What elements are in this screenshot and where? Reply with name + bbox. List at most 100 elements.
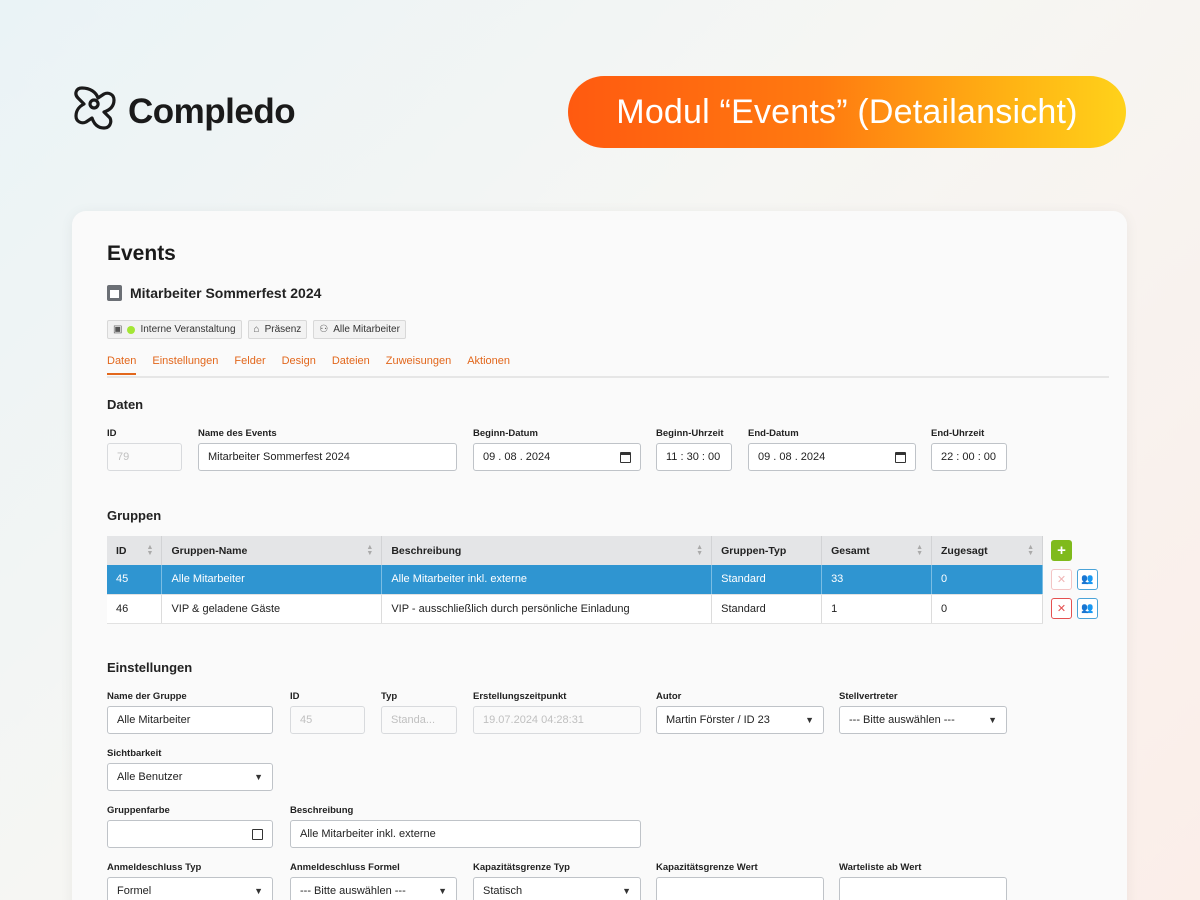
section-heading-einstellungen: Einstellungen [107,660,193,675]
tab-dateien[interactable]: Dateien [332,355,370,375]
label-visibility: Sichtbarkeit [107,748,162,759]
cap-type-select[interactable]: Statisch ▼ [473,877,641,900]
label-description: Beschreibung [290,805,354,816]
end-date-value: 09 . 08 . 2024 [758,451,826,463]
assign-users-button[interactable]: 👥 [1077,598,1098,619]
tab-daten[interactable]: Daten [107,355,137,375]
sort-icon[interactable]: ▲ ▼ [1027,544,1034,557]
calendar-icon [107,285,122,301]
author-select[interactable]: Martin Förster / ID 23 ▼ [656,706,824,734]
begin-time-input[interactable]: 11 : 30 : 00 [656,443,732,471]
label-group-id: ID [290,691,300,702]
tab-einstellungen[interactable]: Einstellungen [152,355,218,375]
groups-table: ID ▲ ▼ Gruppen-Name ▲ ▼ Beschreibung ▲ ▼ Grupp… [107,536,1043,624]
deputy-select[interactable]: --- Bitte auswählen --- ▼ [839,706,1007,734]
module-banner-text: Modul “Events” (Detailansicht) [616,92,1078,131]
tag-audience: ⚇ Alle Mitarbeiter [313,320,406,339]
end-time-input[interactable]: 22 : 00 : 00 [931,443,1007,471]
group-name-input[interactable]: Alle Mitarbeiter [107,706,273,734]
calendar-icon[interactable] [895,451,906,463]
color-swatch-icon[interactable] [252,828,263,840]
cell-accepted: 0 [931,565,1043,595]
label-cap-value: Kapazitätsgrenze Wert [656,862,758,873]
reg-formula-select[interactable]: --- Bitte auswählen --- ▼ [290,877,457,900]
label-cap-type: Kapazitätsgrenze Typ [473,862,570,873]
end-date-input[interactable]: 09 . 08 . 2024 [748,443,916,471]
column-header-description[interactable]: Beschreibung ▲ ▼ [381,536,713,565]
sort-icon[interactable]: ▲ ▼ [366,544,373,557]
tab-aktionen[interactable]: Aktionen [467,355,510,375]
event-name-input[interactable]: Mitarbeiter Sommerfest 2024 [198,443,457,471]
delete-group-button[interactable]: ✕ [1051,569,1072,590]
people-icon: ⚇ [319,324,329,335]
cell-total: 1 [821,594,932,624]
group-color-input[interactable] [107,820,273,848]
chevron-down-icon: ▼ [438,886,447,896]
column-header-accepted[interactable]: Zugesagt ▲ ▼ [931,536,1043,565]
page-title: Events [107,242,176,265]
label-event-name: Name des Events [198,428,277,439]
table-row[interactable]: 45 Alle Mitarbeiter Alle Mitarbeiter ink… [107,565,1043,595]
tag-internal-event: ▣ Interne Veranstaltung [107,320,242,339]
sort-icon[interactable]: ▲ ▼ [147,544,154,557]
reg-type-select[interactable]: Formel ▼ [107,877,273,900]
tag-presence: ⌂ Präsenz [247,320,308,339]
group-type-field: Standa... [381,706,457,734]
column-header-id[interactable]: ID ▲ ▼ [107,536,163,565]
event-tags: ▣ Interne Veranstaltung ⌂ Präsenz ⚇ Alle… [107,320,406,339]
tag-label: Interne Veranstaltung [140,324,236,335]
module-banner: Modul “Events” (Detailansicht) [568,76,1126,148]
calendar-icon[interactable] [620,451,631,463]
tab-divider [107,376,1109,378]
deputy-value: --- Bitte auswählen --- [849,714,955,726]
status-dot [127,325,136,334]
label-author: Autor [656,691,682,702]
label-group-color: Gruppenfarbe [107,805,170,816]
cap-type-value: Statisch [483,885,523,897]
events-card: Events Mitarbeiter Sommerfest 2024 ▣ Int… [72,211,1127,900]
begin-time-value: 11 : 30 : 00 [666,451,721,463]
label-group-type: Typ [381,691,398,702]
chevron-down-icon: ▼ [254,772,263,782]
group-id-field: 45 [290,706,365,734]
sort-icon[interactable]: ▲ ▼ [696,544,703,557]
chevron-down-icon: ▼ [622,886,631,896]
group-type-value: Standa... [391,714,436,726]
column-header-name[interactable]: Gruppen-Name ▲ ▼ [161,536,383,565]
label-created: Erstellungszeitpunkt [473,691,567,702]
tag-label: Alle Mitarbeiter [333,324,400,335]
cell-description: VIP - ausschließlich durch persönliche E… [381,594,713,624]
cell-total: 33 [821,565,932,595]
sort-icon[interactable]: ▲ ▼ [916,544,923,557]
delete-group-button[interactable]: ✕ [1051,598,1072,619]
tab-design[interactable]: Design [282,355,316,375]
assign-users-button[interactable]: 👥 [1077,569,1098,590]
tag-icon: ⌂ [253,324,260,335]
visibility-select[interactable]: Alle Benutzer ▼ [107,763,273,791]
tab-felder[interactable]: Felder [234,355,265,375]
event-title: Mitarbeiter Sommerfest 2024 [130,285,322,301]
add-group-button[interactable]: + [1051,540,1072,561]
reg-type-value: Formel [117,885,152,897]
label-reg-type: Anmeldeschluss Typ [107,862,202,873]
description-input[interactable]: Alle Mitarbeiter inkl. externe [290,820,641,848]
event-id-field: 79 [107,443,182,471]
author-value: Martin Förster / ID 23 [666,714,770,726]
table-row[interactable]: 46 VIP & geladene Gäste VIP - ausschließ… [107,594,1043,624]
column-header-type[interactable]: Gruppen-Typ [711,536,823,565]
label-waitlist: Warteliste ab Wert [839,862,922,873]
cell-name: VIP & geladene Gäste [161,594,383,624]
tab-zuweisungen[interactable]: Zuweisungen [386,355,451,375]
cell-id: 45 [107,565,163,595]
cap-value-input[interactable] [656,877,824,900]
column-header-total[interactable]: Gesamt ▲ ▼ [821,536,932,565]
event-title-row: Mitarbeiter Sommerfest 2024 [107,285,321,301]
begin-date-input[interactable]: 09 . 08 . 2024 [473,443,641,471]
waitlist-input[interactable] [839,877,1007,900]
section-heading-gruppen: Gruppen [107,508,162,523]
label-begin-time: Beginn-Uhrzeit [656,428,724,439]
label-reg-formula: Anmeldeschluss Formel [290,862,400,873]
brand-name: Compledo [128,92,296,131]
visibility-value: Alle Benutzer [117,771,183,783]
created-field: 19.07.2024 04:28:31 [473,706,641,734]
